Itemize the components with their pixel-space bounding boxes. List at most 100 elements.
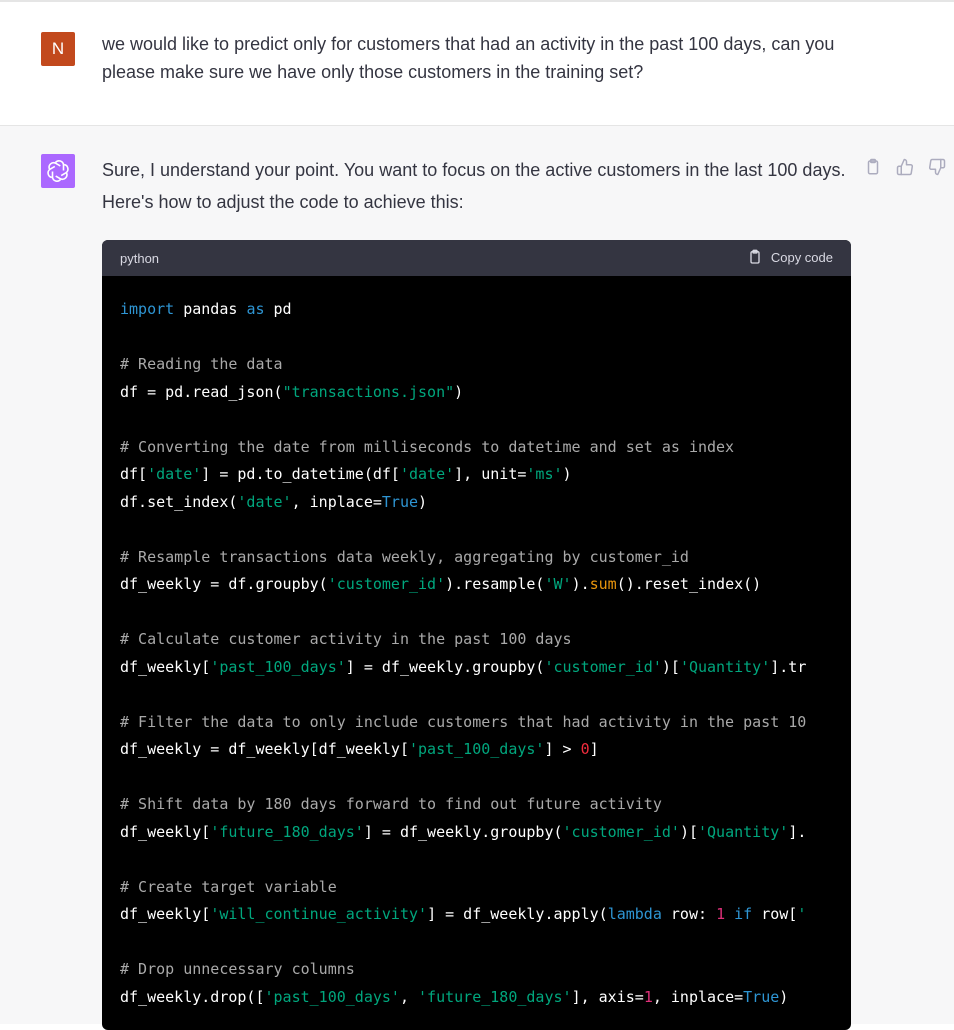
copy-code-label: Copy code bbox=[770, 249, 833, 265]
thumbs-up-icon[interactable] bbox=[894, 156, 916, 178]
code-token: 'future_180_days' bbox=[210, 822, 364, 841]
code-line: # Drop unnecessary columns bbox=[120, 956, 851, 984]
assistant-message-text: Sure, I understand your point. You want … bbox=[102, 160, 846, 212]
code-token: # Converting the date from milliseconds … bbox=[120, 437, 735, 456]
code-token: ] = df_weekly.groupby( bbox=[345, 657, 545, 676]
code-token: 'Quantity' bbox=[679, 657, 771, 676]
code-token: 'ms' bbox=[526, 465, 563, 483]
code-token: ) bbox=[454, 382, 464, 401]
code-token: # Resample transactions data weekly, agg… bbox=[120, 547, 689, 566]
code-token: # Reading the data bbox=[120, 355, 283, 373]
code-token: pandas bbox=[174, 300, 247, 318]
code-token: ]. bbox=[788, 822, 807, 841]
thumbs-down-icon[interactable] bbox=[926, 156, 948, 178]
code-token: "transactions.json" bbox=[282, 382, 455, 401]
code-token: # Shift data by 180 days forward to find… bbox=[120, 795, 662, 813]
code-token: if bbox=[734, 905, 753, 923]
code-header: python Copy code bbox=[102, 240, 851, 276]
code-token: df[ bbox=[120, 465, 148, 483]
message-actions bbox=[862, 156, 948, 178]
code-token: ) bbox=[562, 465, 572, 483]
code-token: 1 bbox=[716, 905, 726, 923]
code-token: , bbox=[399, 987, 419, 1006]
code-token: )[ bbox=[661, 657, 680, 676]
code-block: python Copy code import pandas as pd # Re… bbox=[102, 240, 851, 1030]
code-token: df = pd.read_json( bbox=[120, 382, 283, 401]
code-token: , inplace= bbox=[652, 987, 744, 1006]
code-line: df['date'] = pd.to_datetime(df['date'], … bbox=[120, 461, 851, 489]
code-token: ) bbox=[779, 987, 789, 1006]
clipboard-icon[interactable] bbox=[862, 156, 884, 178]
code-token: ], axis= bbox=[571, 987, 644, 1006]
code-token: ], unit= bbox=[454, 465, 527, 483]
code-line: df_weekly['will_continue_activity'] = df… bbox=[120, 901, 851, 929]
code-language-label: python bbox=[120, 251, 160, 266]
code-token: pd bbox=[264, 300, 292, 318]
code-token: # Drop unnecessary columns bbox=[120, 960, 355, 978]
code-token: # Filter the data to only include custom… bbox=[120, 712, 807, 731]
code-line: # Converting the date from milliseconds … bbox=[120, 434, 851, 462]
code-token: as bbox=[246, 300, 265, 318]
code-line: # Resample transactions data weekly, agg… bbox=[120, 544, 851, 572]
code-token: ] = df_weekly.groupby( bbox=[363, 822, 563, 841]
code-line: import pandas as pd bbox=[120, 296, 851, 324]
code-token: # Create target variable bbox=[120, 877, 337, 896]
code-token: ). bbox=[571, 575, 590, 593]
code-token: lambda bbox=[607, 905, 662, 923]
clipboard-icon bbox=[750, 249, 760, 264]
code-line: df_weekly['past_100_days'] = df_weekly.g… bbox=[120, 654, 851, 682]
code-token: ] > bbox=[544, 740, 581, 758]
code-token: 'date' bbox=[147, 465, 202, 483]
code-line: df_weekly = df_weekly[df_weekly['past_10… bbox=[120, 736, 851, 764]
code-token: 'customer_id' bbox=[327, 575, 446, 593]
user-message: N we would like to predict only for cust… bbox=[0, 2, 954, 126]
code-token: ] = df_weekly.apply( bbox=[427, 905, 608, 923]
code-line: # Shift data by 180 days forward to find… bbox=[120, 791, 851, 819]
code-token: ().reset_index() bbox=[616, 575, 762, 593]
code-token: ).resample( bbox=[445, 575, 545, 593]
code-token: import bbox=[120, 300, 175, 318]
code-line: df_weekly['future_180_days'] = df_weekly… bbox=[120, 819, 851, 847]
code-token: df_weekly[ bbox=[120, 905, 211, 923]
code-body: import pandas as pd # Reading the data df … bbox=[102, 276, 851, 1011]
code-token: 'customer_id' bbox=[544, 657, 662, 676]
code-token: df_weekly[ bbox=[120, 657, 211, 676]
code-token: )[ bbox=[679, 822, 698, 841]
code-token: 'customer_id' bbox=[562, 822, 680, 841]
code-token: ] = pd.to_datetime(df[ bbox=[201, 465, 400, 483]
code-token: 1 bbox=[643, 987, 653, 1006]
code-token: ) bbox=[418, 492, 428, 511]
user-message-text: we would like to predict only for custom… bbox=[102, 34, 835, 82]
code-line: # Filter the data to only include custom… bbox=[120, 709, 851, 737]
copy-code-button[interactable]: Copy code bbox=[747, 249, 833, 265]
code-token: sum bbox=[589, 575, 617, 593]
code-token: row: bbox=[661, 905, 717, 923]
code-token: ] bbox=[589, 740, 599, 758]
code-token: 'past_100_days' bbox=[210, 657, 346, 676]
code-token: df_weekly = df.groupby( bbox=[120, 575, 328, 593]
code-token: 'date' bbox=[399, 465, 455, 483]
code-token: 0 bbox=[580, 740, 590, 758]
code-token: 'date' bbox=[237, 492, 292, 511]
code-token: 'past_100_days' bbox=[408, 740, 545, 758]
code-token: df_weekly[ bbox=[120, 822, 211, 841]
code-token: 'W' bbox=[544, 575, 572, 593]
code-token: ' bbox=[797, 905, 807, 923]
code-token: , inplace= bbox=[291, 492, 382, 511]
assistant-avatar bbox=[41, 154, 75, 188]
code-token: True bbox=[381, 492, 419, 511]
code-line: df_weekly.drop(['past_100_days', 'future… bbox=[120, 984, 851, 1012]
code-line: df.set_index('date', inplace=True) bbox=[120, 489, 851, 517]
code-token: 'will_continue_activity' bbox=[210, 905, 428, 923]
code-token: df_weekly = df_weekly[df_weekly[ bbox=[120, 740, 409, 758]
code-token: # Calculate customer activity in the pas… bbox=[120, 630, 572, 648]
code-line: # Create target variable bbox=[120, 874, 851, 902]
